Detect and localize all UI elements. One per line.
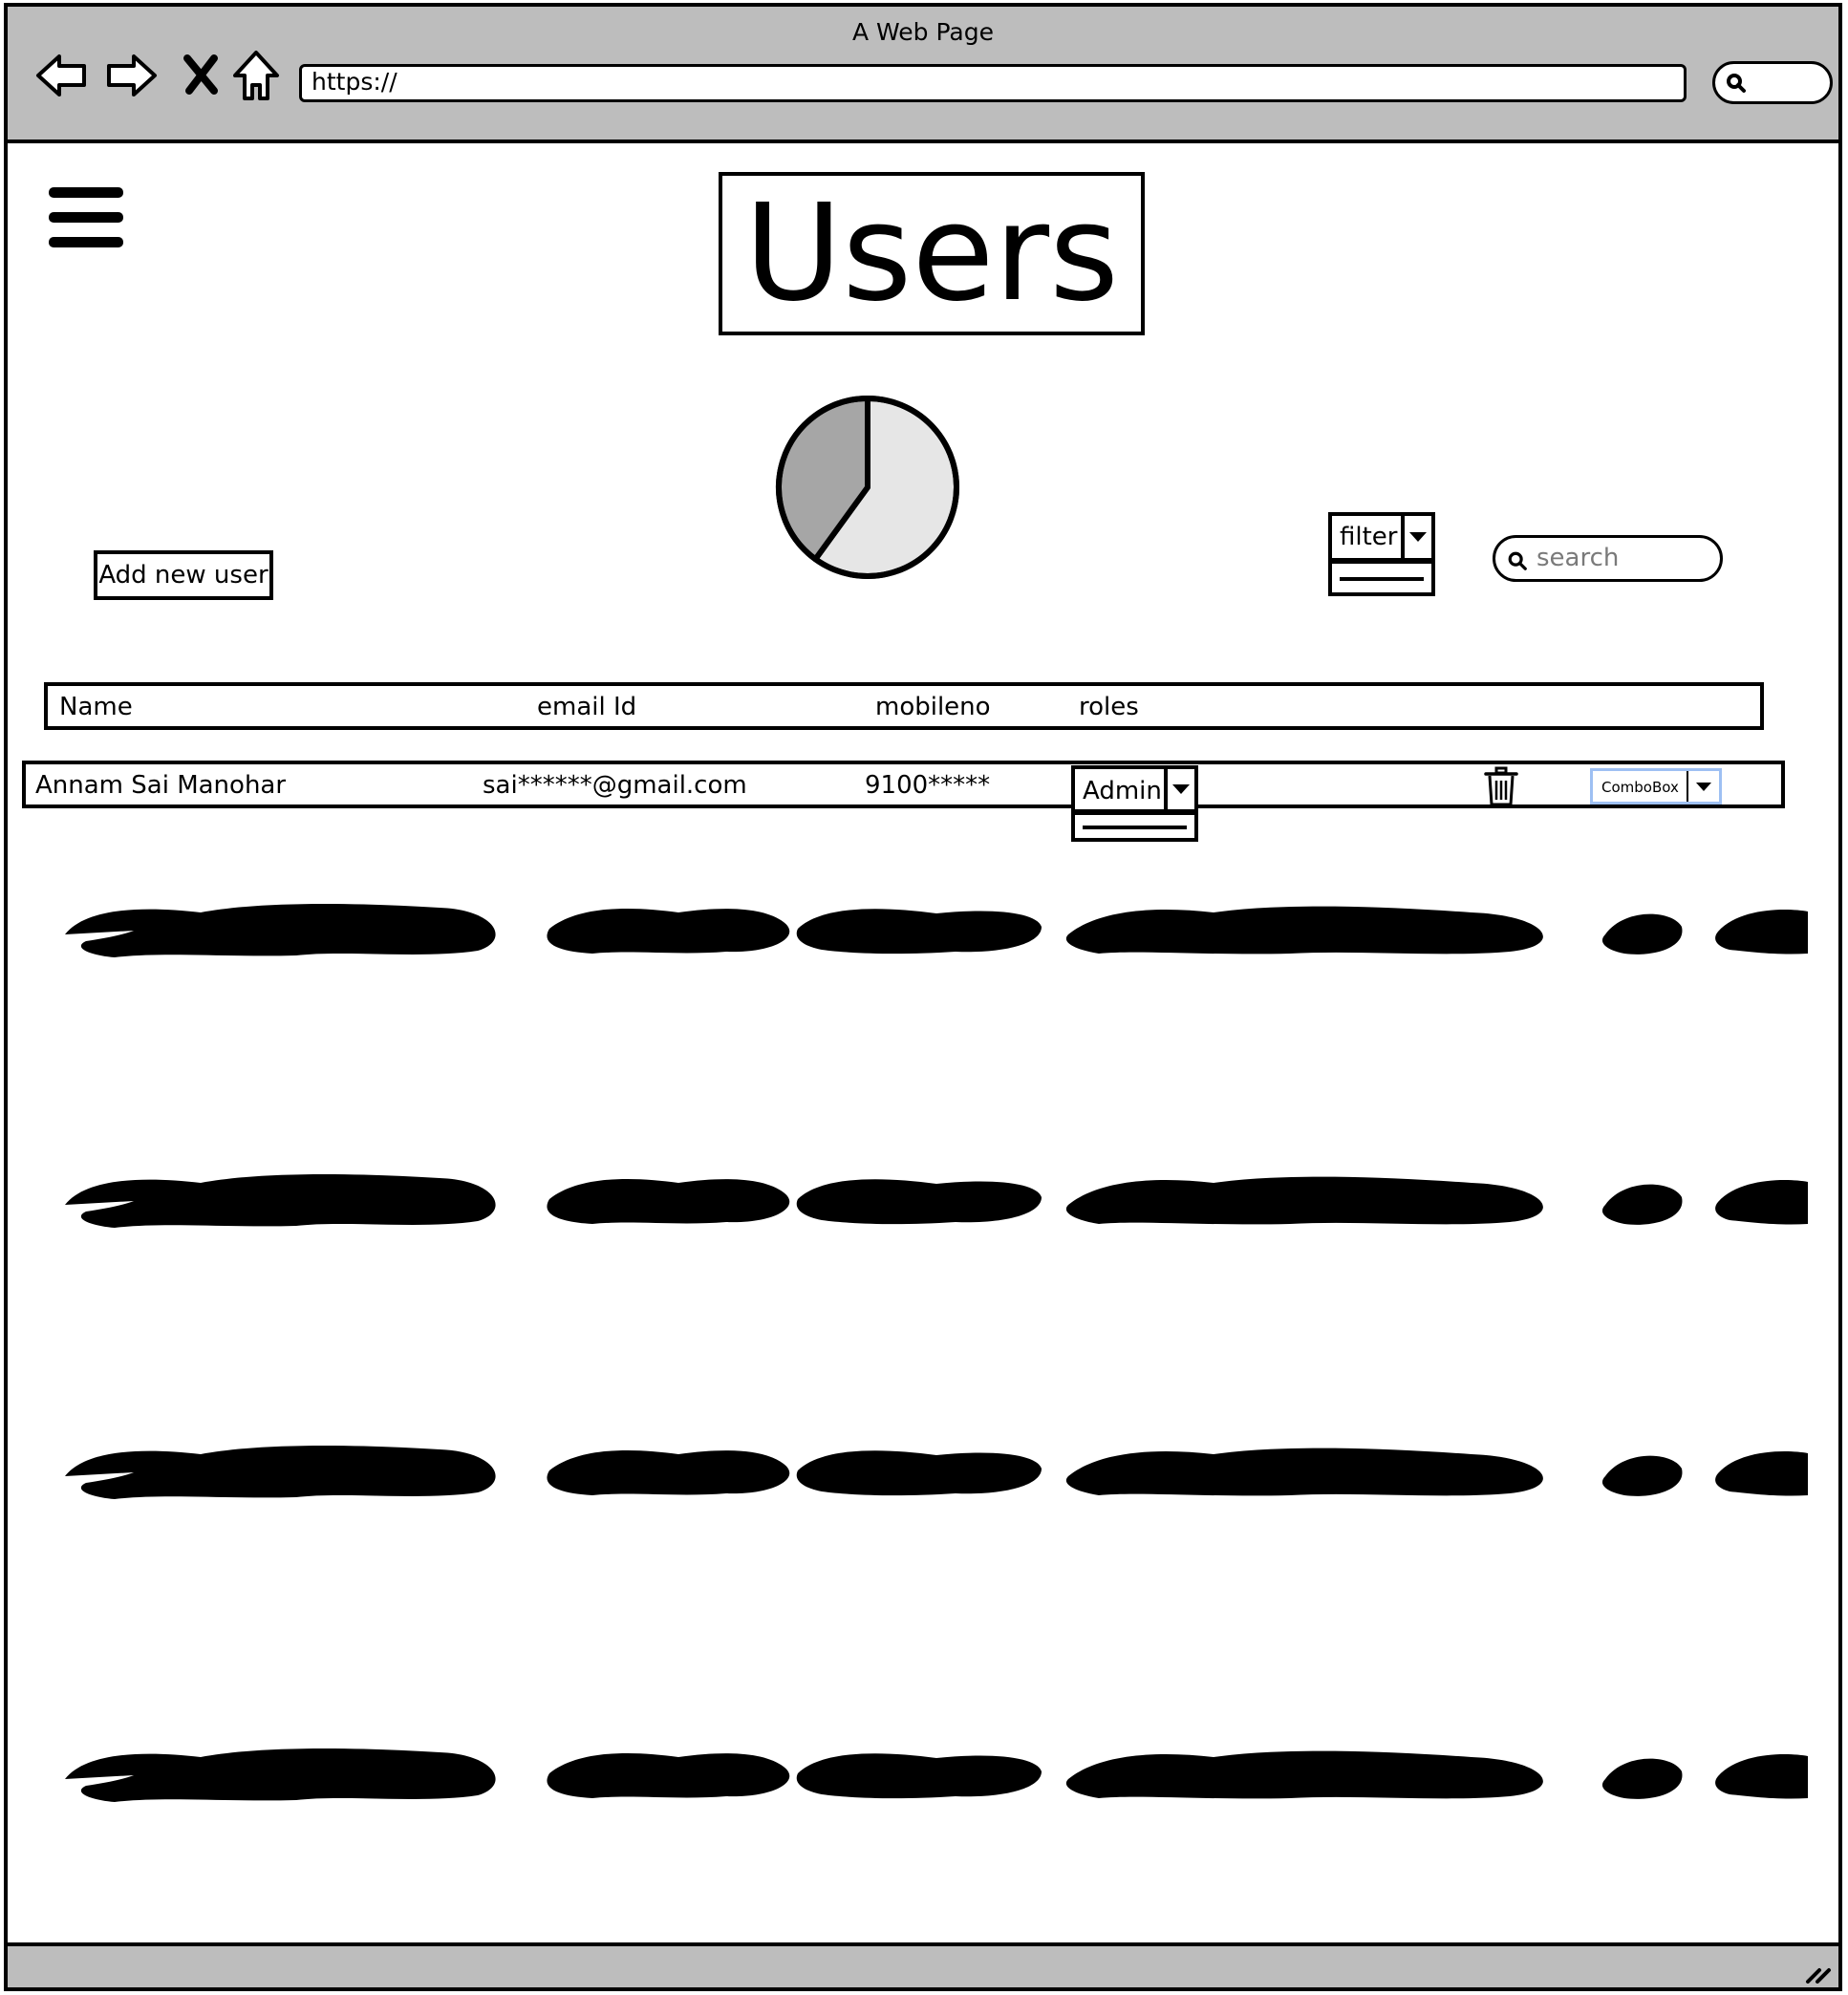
browser-status-bar bbox=[8, 1942, 1838, 1987]
column-header-mobile: mobileno bbox=[875, 693, 991, 721]
chevron-down-icon bbox=[1172, 784, 1190, 794]
search-input[interactable]: search bbox=[1493, 535, 1723, 582]
role-option[interactable] bbox=[1083, 826, 1187, 829]
filter-combobox[interactable]: filter bbox=[1328, 512, 1435, 562]
add-new-user-button[interactable]: Add new user bbox=[94, 550, 273, 600]
chevron-down-icon bbox=[1409, 532, 1427, 542]
chevron-down-icon bbox=[1696, 782, 1711, 791]
row-combobox[interactable]: ComboBox bbox=[1590, 768, 1722, 804]
browser-search-field[interactable] bbox=[1712, 61, 1833, 104]
filter-option[interactable] bbox=[1340, 577, 1424, 581]
filter-dropdown-button[interactable] bbox=[1401, 516, 1431, 558]
forward-icon[interactable] bbox=[103, 47, 161, 104]
page-title-text: Users bbox=[743, 175, 1120, 332]
resize-grip-icon[interactable] bbox=[1804, 1961, 1833, 1984]
back-icon[interactable] bbox=[32, 47, 90, 104]
page-title: Users bbox=[719, 172, 1145, 335]
search-placeholder: search bbox=[1536, 544, 1620, 572]
browser-toolbar: A Web Page https:// bbox=[8, 7, 1838, 143]
hamburger-menu-icon[interactable] bbox=[45, 183, 125, 252]
role-dropdown-button[interactable] bbox=[1164, 769, 1194, 809]
role-combobox[interactable]: Admin bbox=[1071, 765, 1198, 813]
placeholder-text-scribble bbox=[65, 1748, 1808, 1802]
row-combobox-value: ComboBox bbox=[1601, 779, 1679, 796]
role-options-list[interactable] bbox=[1071, 811, 1198, 842]
filter-label: filter bbox=[1340, 523, 1398, 551]
stop-icon[interactable] bbox=[176, 47, 233, 104]
pie-chart bbox=[776, 396, 959, 579]
column-header-roles: roles bbox=[1079, 693, 1139, 721]
role-value: Admin bbox=[1083, 777, 1162, 805]
search-icon bbox=[1508, 551, 1527, 570]
user-email-cell: sai******@gmail.com bbox=[483, 771, 747, 800]
table-row: Annam Sai Manohar sai******@gmail.com 91… bbox=[22, 761, 1785, 808]
row-combobox-dropdown-button[interactable] bbox=[1687, 771, 1719, 802]
column-header-name: Name bbox=[59, 693, 133, 721]
placeholder-text-scribble bbox=[65, 1173, 1808, 1228]
home-icon[interactable] bbox=[227, 47, 285, 104]
placeholder-text-scribble bbox=[65, 1445, 1808, 1499]
url-input[interactable]: https:// bbox=[299, 64, 1687, 102]
search-icon bbox=[1727, 74, 1746, 93]
trash-icon[interactable] bbox=[1484, 766, 1518, 806]
user-name-cell: Annam Sai Manohar bbox=[35, 771, 287, 800]
placeholder-text-scribble bbox=[65, 903, 1808, 957]
window-title: A Web Page bbox=[851, 18, 995, 46]
column-header-email: email Id bbox=[537, 693, 637, 721]
table-header-row: Name email Id mobileno roles bbox=[44, 682, 1764, 730]
user-mobile-cell: 9100***** bbox=[865, 771, 991, 800]
filter-options-list[interactable] bbox=[1328, 560, 1435, 596]
